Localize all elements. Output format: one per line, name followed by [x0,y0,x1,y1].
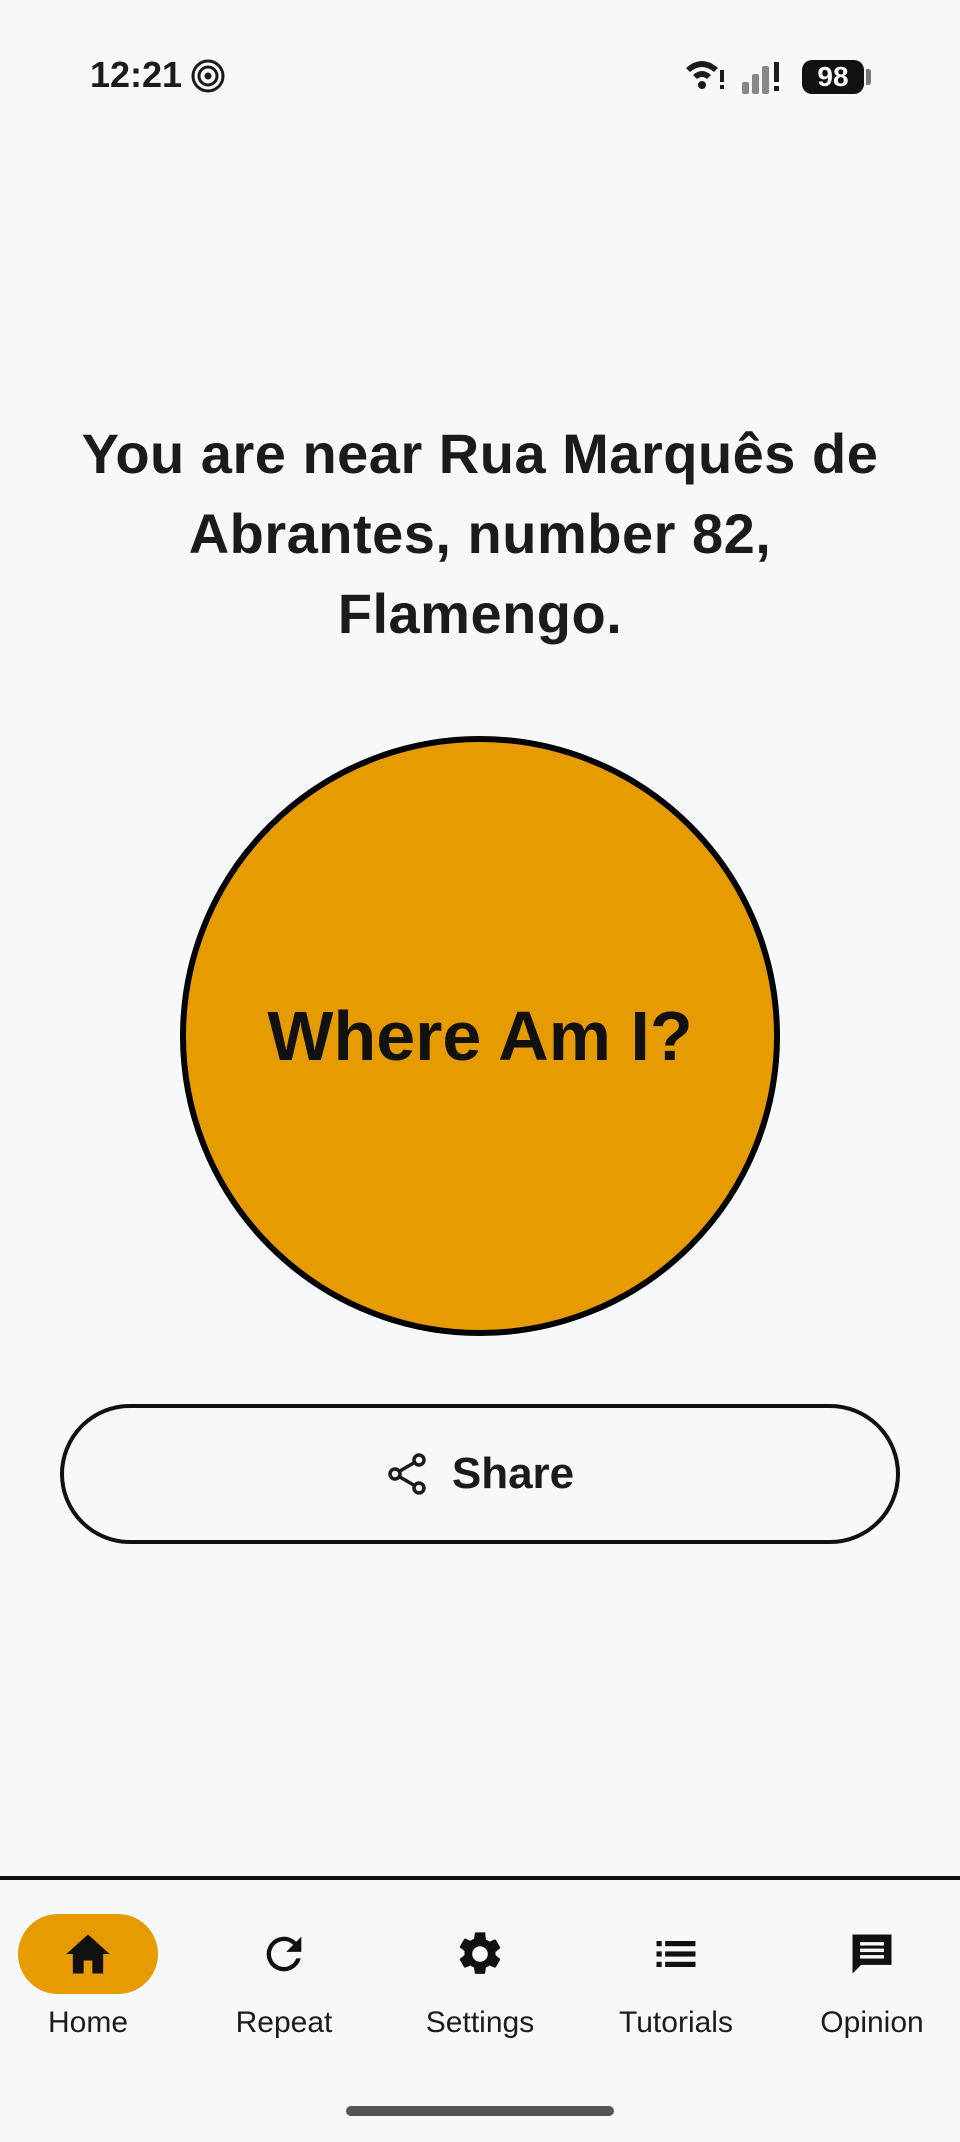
battery-tip [866,69,871,85]
nav-item-opinion[interactable]: Opinion [782,1914,960,2044]
nav-indicator [410,1914,550,1994]
home-indicator[interactable] [346,2106,614,2116]
nav-label-opinion: Opinion [820,2006,924,2039]
share-label: Share [451,1449,575,1498]
nav-indicator [214,1914,354,1994]
nav-indicator [18,1914,158,1994]
bottom-navigation: Home Repeat Settings Tutorials Opinion [0,1876,960,2142]
nav-item-home[interactable]: Home [0,1914,178,2044]
signal-icon [742,62,779,94]
nav-label-settings: Settings [425,2006,535,2039]
nav-label-home: Home [47,2006,129,2039]
status-time: 12:21 [90,54,183,95]
status-bar: 12:21 98 [0,0,960,150]
battery-icon: 98 [802,60,871,94]
screen: 12:21 98 You are near Rua Marquês de Abr… [0,0,960,2142]
nav-item-settings[interactable]: Settings [390,1914,570,2044]
list-icon [656,1941,696,1967]
wifi-icon [686,61,724,89]
gear-icon [459,1932,501,1974]
nav-item-repeat[interactable]: Repeat [194,1914,374,2044]
refresh-icon [266,1936,302,1972]
nav-indicator [802,1914,942,1994]
nav-item-tutorials[interactable]: Tutorials [586,1914,766,2044]
spiral-icon [191,59,225,93]
share-button[interactable]: Share [60,1404,900,1544]
battery-level: 98 [802,60,864,94]
share-icon [388,1453,426,1495]
home-icon [66,1934,110,1974]
nav-label-repeat: Repeat [235,2006,333,2039]
location-text: You are near Rua Marquês de Abrantes, nu… [81,422,879,645]
where-am-i-button[interactable]: Where Am I? [180,736,780,1336]
where-am-i-label: Where Am I? [267,997,693,1075]
comment-icon [852,1934,892,1974]
nav-indicator [606,1914,746,1994]
nav-label-tutorials: Tutorials [619,2006,733,2039]
